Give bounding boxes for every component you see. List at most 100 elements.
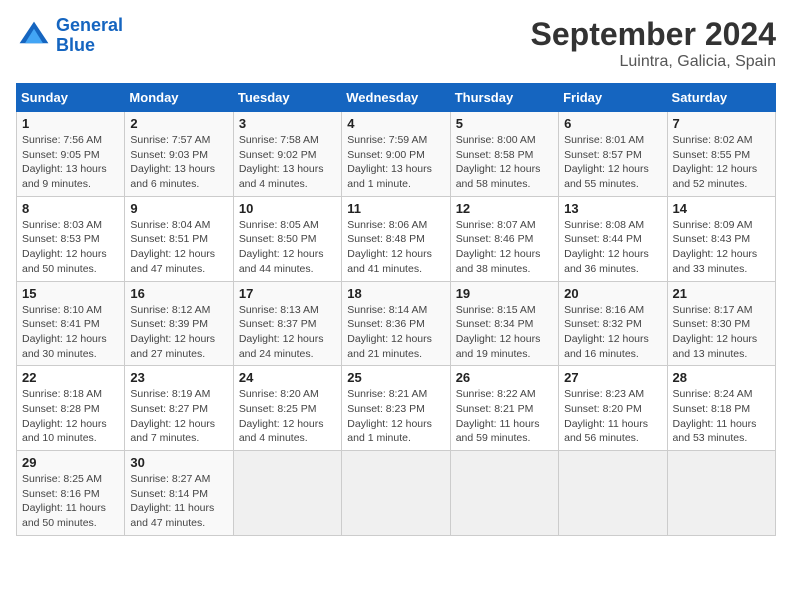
day-number: 30 bbox=[130, 455, 227, 470]
day-number: 18 bbox=[347, 286, 444, 301]
day-number: 20 bbox=[564, 286, 661, 301]
day-info: Sunrise: 8:02 AM Sunset: 8:55 PM Dayligh… bbox=[673, 133, 770, 192]
calendar-cell: 7 Sunrise: 8:02 AM Sunset: 8:55 PM Daylig… bbox=[667, 112, 775, 197]
calendar-cell: 11Sunrise: 8:06 AM Sunset: 8:48 PM Dayli… bbox=[342, 196, 450, 281]
calendar-cell: 2 Sunrise: 7:57 AM Sunset: 9:03 PM Daylig… bbox=[125, 112, 233, 197]
calendar-row-1: 1 Sunrise: 7:56 AM Sunset: 9:05 PM Daylig… bbox=[17, 112, 776, 197]
calendar-cell: 3Sunrise: 7:58 AM Sunset: 9:02 PM Daylig… bbox=[233, 112, 341, 197]
day-number: 16 bbox=[130, 286, 227, 301]
calendar-cell: 16Sunrise: 8:12 AM Sunset: 8:39 PM Dayli… bbox=[125, 281, 233, 366]
day-info: Sunrise: 8:27 AM Sunset: 8:14 PM Dayligh… bbox=[130, 472, 227, 531]
calendar-cell: 29 Sunrise: 8:25 AM Sunset: 8:16 PM Dayli… bbox=[17, 451, 125, 536]
weekday-header-row: Sunday Monday Tuesday Wednesday Thursday… bbox=[17, 84, 776, 112]
day-number: 6 bbox=[564, 116, 661, 131]
calendar-row-4: 22 Sunrise: 8:18 AM Sunset: 8:28 PM Dayli… bbox=[17, 366, 776, 451]
day-info: Sunrise: 7:59 AM Sunset: 9:00 PM Dayligh… bbox=[347, 133, 444, 192]
day-number: 7 bbox=[673, 116, 770, 131]
calendar-cell: 19 Sunrise: 8:15 AM Sunset: 8:34 PM Dayli… bbox=[450, 281, 558, 366]
day-number: 5 bbox=[456, 116, 553, 131]
day-number: 19 bbox=[456, 286, 553, 301]
month-title: September 2024 bbox=[531, 16, 776, 53]
calendar-cell: 24Sunrise: 8:20 AM Sunset: 8:25 PM Dayli… bbox=[233, 366, 341, 451]
day-number: 28 bbox=[673, 370, 770, 385]
logo-icon bbox=[16, 18, 52, 54]
day-number: 24 bbox=[239, 370, 336, 385]
calendar-cell: 1 Sunrise: 7:56 AM Sunset: 9:05 PM Daylig… bbox=[17, 112, 125, 197]
title-area: September 2024 Luintra, Galicia, Spain bbox=[531, 16, 776, 71]
calendar-cell: 26 Sunrise: 8:22 AM Sunset: 8:21 PM Dayli… bbox=[450, 366, 558, 451]
calendar-cell: 27 Sunrise: 8:23 AM Sunset: 8:20 PM Dayli… bbox=[559, 366, 667, 451]
day-info: Sunrise: 8:17 AM Sunset: 8:30 PM Dayligh… bbox=[673, 303, 770, 362]
calendar-cell: 17 Sunrise: 8:13 AM Sunset: 8:37 PM Dayli… bbox=[233, 281, 341, 366]
calendar-cell bbox=[233, 451, 341, 536]
day-info: Sunrise: 8:23 AM Sunset: 8:20 PM Dayligh… bbox=[564, 387, 661, 446]
logo-text: General Blue bbox=[56, 16, 123, 56]
calendar-row-2: 8 Sunrise: 8:03 AM Sunset: 8:53 PM Daylig… bbox=[17, 196, 776, 281]
day-info: Sunrise: 8:00 AM Sunset: 8:58 PM Dayligh… bbox=[456, 133, 553, 192]
day-info: Sunrise: 8:22 AM Sunset: 8:21 PM Dayligh… bbox=[456, 387, 553, 446]
header-wednesday: Wednesday bbox=[342, 84, 450, 112]
day-info: Sunrise: 7:56 AM Sunset: 9:05 PM Dayligh… bbox=[22, 133, 119, 192]
day-number: 22 bbox=[22, 370, 119, 385]
day-info: Sunrise: 8:14 AM Sunset: 8:36 PM Dayligh… bbox=[347, 303, 444, 362]
header-monday: Monday bbox=[125, 84, 233, 112]
day-number: 23 bbox=[130, 370, 227, 385]
day-info: Sunrise: 8:08 AM Sunset: 8:44 PM Dayligh… bbox=[564, 218, 661, 277]
day-info: Sunrise: 7:57 AM Sunset: 9:03 PM Dayligh… bbox=[130, 133, 227, 192]
day-number: 26 bbox=[456, 370, 553, 385]
day-number: 14 bbox=[673, 201, 770, 216]
day-number: 29 bbox=[22, 455, 119, 470]
header-saturday: Saturday bbox=[667, 84, 775, 112]
day-number: 2 bbox=[130, 116, 227, 131]
header-tuesday: Tuesday bbox=[233, 84, 341, 112]
day-info: Sunrise: 7:58 AM Sunset: 9:02 PM Dayligh… bbox=[239, 133, 336, 192]
calendar-cell: 28 Sunrise: 8:24 AM Sunset: 8:18 PM Dayli… bbox=[667, 366, 775, 451]
calendar-cell: 18 Sunrise: 8:14 AM Sunset: 8:36 PM Dayli… bbox=[342, 281, 450, 366]
day-info: Sunrise: 8:18 AM Sunset: 8:28 PM Dayligh… bbox=[22, 387, 119, 446]
calendar-cell: 21 Sunrise: 8:17 AM Sunset: 8:30 PM Dayli… bbox=[667, 281, 775, 366]
calendar-cell: 14 Sunrise: 8:09 AM Sunset: 8:43 PM Dayli… bbox=[667, 196, 775, 281]
day-info: Sunrise: 8:10 AM Sunset: 8:41 PM Dayligh… bbox=[22, 303, 119, 362]
day-number: 10 bbox=[239, 201, 336, 216]
day-info: Sunrise: 8:21 AM Sunset: 8:23 PM Dayligh… bbox=[347, 387, 444, 446]
calendar-cell: 5 Sunrise: 8:00 AM Sunset: 8:58 PM Daylig… bbox=[450, 112, 558, 197]
day-number: 8 bbox=[22, 201, 119, 216]
calendar-cell bbox=[559, 451, 667, 536]
calendar-cell: 20Sunrise: 8:16 AM Sunset: 8:32 PM Dayli… bbox=[559, 281, 667, 366]
header-sunday: Sunday bbox=[17, 84, 125, 112]
day-number: 27 bbox=[564, 370, 661, 385]
calendar-cell: 30 Sunrise: 8:27 AM Sunset: 8:14 PM Dayli… bbox=[125, 451, 233, 536]
day-info: Sunrise: 8:15 AM Sunset: 8:34 PM Dayligh… bbox=[456, 303, 553, 362]
day-number: 17 bbox=[239, 286, 336, 301]
day-info: Sunrise: 8:24 AM Sunset: 8:18 PM Dayligh… bbox=[673, 387, 770, 446]
day-info: Sunrise: 8:03 AM Sunset: 8:53 PM Dayligh… bbox=[22, 218, 119, 277]
logo: General Blue bbox=[16, 16, 123, 56]
day-info: Sunrise: 8:06 AM Sunset: 8:48 PM Dayligh… bbox=[347, 218, 444, 277]
day-info: Sunrise: 8:09 AM Sunset: 8:43 PM Dayligh… bbox=[673, 218, 770, 277]
calendar-row-3: 15 Sunrise: 8:10 AM Sunset: 8:41 PM Dayli… bbox=[17, 281, 776, 366]
calendar-cell: 22 Sunrise: 8:18 AM Sunset: 8:28 PM Dayli… bbox=[17, 366, 125, 451]
day-info: Sunrise: 8:07 AM Sunset: 8:46 PM Dayligh… bbox=[456, 218, 553, 277]
day-info: Sunrise: 8:04 AM Sunset: 8:51 PM Dayligh… bbox=[130, 218, 227, 277]
day-number: 1 bbox=[22, 116, 119, 131]
calendar-cell: 8 Sunrise: 8:03 AM Sunset: 8:53 PM Daylig… bbox=[17, 196, 125, 281]
day-number: 12 bbox=[456, 201, 553, 216]
day-number: 15 bbox=[22, 286, 119, 301]
location: Luintra, Galicia, Spain bbox=[531, 53, 776, 71]
day-info: Sunrise: 8:05 AM Sunset: 8:50 PM Dayligh… bbox=[239, 218, 336, 277]
header-thursday: Thursday bbox=[450, 84, 558, 112]
calendar-cell bbox=[667, 451, 775, 536]
calendar-cell: 13Sunrise: 8:08 AM Sunset: 8:44 PM Dayli… bbox=[559, 196, 667, 281]
calendar-cell bbox=[342, 451, 450, 536]
day-info: Sunrise: 8:13 AM Sunset: 8:37 PM Dayligh… bbox=[239, 303, 336, 362]
day-number: 25 bbox=[347, 370, 444, 385]
calendar-cell: 15 Sunrise: 8:10 AM Sunset: 8:41 PM Dayli… bbox=[17, 281, 125, 366]
day-number: 9 bbox=[130, 201, 227, 216]
calendar-row-5: 29 Sunrise: 8:25 AM Sunset: 8:16 PM Dayli… bbox=[17, 451, 776, 536]
day-number: 21 bbox=[673, 286, 770, 301]
calendar-cell: 6Sunrise: 8:01 AM Sunset: 8:57 PM Daylig… bbox=[559, 112, 667, 197]
day-info: Sunrise: 8:25 AM Sunset: 8:16 PM Dayligh… bbox=[22, 472, 119, 531]
calendar-table: Sunday Monday Tuesday Wednesday Thursday… bbox=[16, 83, 776, 536]
calendar-cell: 10 Sunrise: 8:05 AM Sunset: 8:50 PM Dayli… bbox=[233, 196, 341, 281]
calendar-cell: 9 Sunrise: 8:04 AM Sunset: 8:51 PM Daylig… bbox=[125, 196, 233, 281]
